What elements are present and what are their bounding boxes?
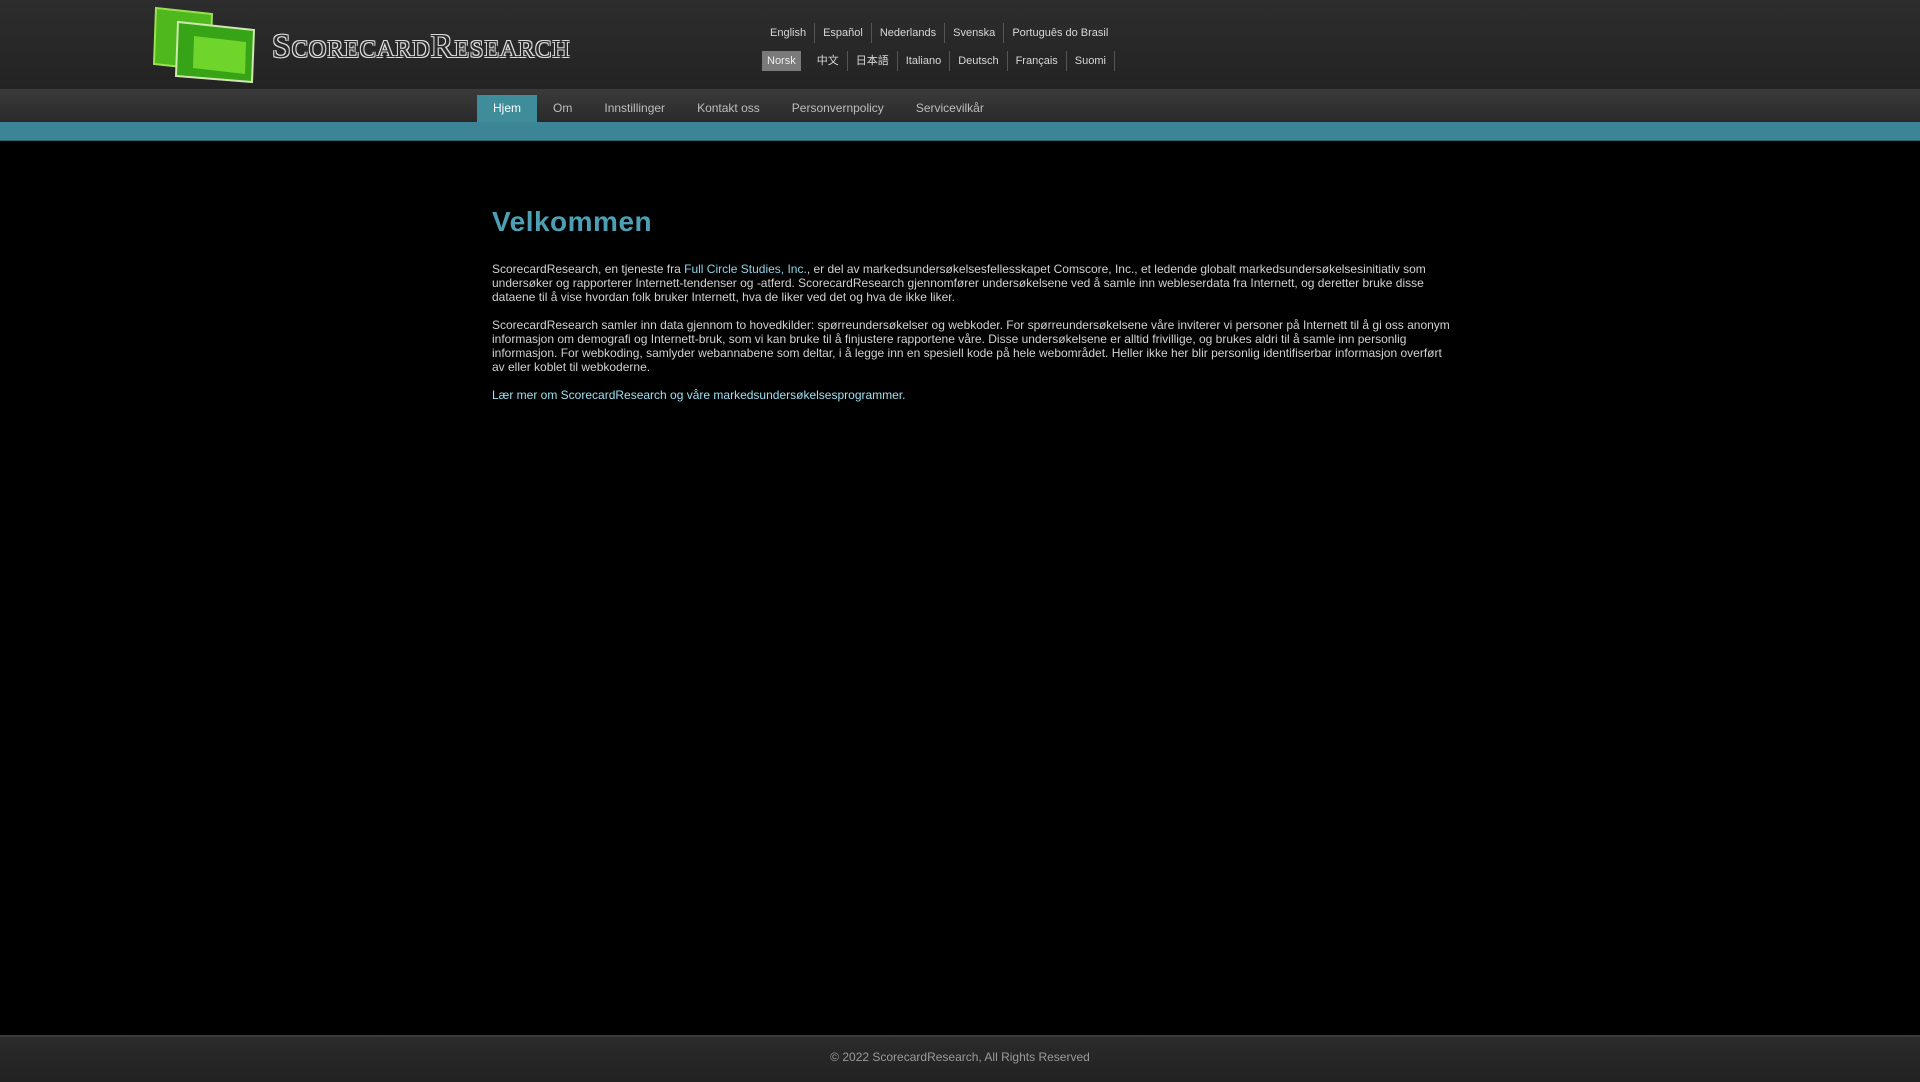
logo-icon (152, 6, 256, 84)
intro-text-start: ScorecardResearch, en tjeneste fra (492, 262, 685, 276)
lang-deutsch[interactable]: Deutsch (950, 51, 1008, 71)
copyright-text: © 2022 ScorecardResearch, All Rights Res… (830, 1050, 1090, 1064)
learn-more-paragraph: Lær mer om ScorecardResearch og våre mar… (492, 388, 1452, 402)
lang-svenska[interactable]: Svenska (945, 23, 1005, 43)
lang-espanol[interactable]: Español (815, 23, 872, 43)
lang-suomi[interactable]: Suomi (1067, 51, 1115, 71)
tab-personvernpolicy[interactable]: Personvernpolicy (776, 95, 900, 122)
main-content: Velkommen ScorecardResearch, en tjeneste… (492, 206, 1452, 402)
tab-servicevilkar[interactable]: Servicevilkår (900, 95, 1000, 122)
lang-italiano[interactable]: Italiano (898, 51, 951, 71)
accent-stripe (0, 122, 1920, 141)
lang-nederlands[interactable]: Nederlands (872, 23, 946, 43)
main-nav: Hjem Om Innstillinger Kontakt oss Person… (0, 90, 1920, 122)
page-title: Velkommen (492, 206, 653, 237)
tab-om[interactable]: Om (537, 95, 588, 122)
tab-hjem[interactable]: Hjem (477, 95, 538, 122)
lang-chinese[interactable]: 中文 (809, 51, 848, 71)
language-row-1: English Español Nederlands Svenska Portu… (762, 22, 1122, 44)
tab-kontakt-oss[interactable]: Kontakt oss (681, 95, 776, 122)
brand-name: ScorecardResearch (272, 28, 571, 65)
lang-portugues[interactable]: Português do Brasil (1004, 23, 1116, 43)
logo[interactable]: ScorecardResearch (150, 6, 570, 84)
nav-tabs: Hjem Om Innstillinger Kontakt oss Person… (477, 95, 1000, 122)
lang-norsk[interactable]: Norsk (762, 51, 801, 71)
lang-francais[interactable]: Français (1008, 51, 1067, 71)
tab-innstillinger[interactable]: Innstillinger (588, 95, 681, 122)
site-footer: © 2022 ScorecardResearch, All Rights Res… (0, 1035, 1920, 1082)
learn-more-link[interactable]: Lær mer om ScorecardResearch og våre mar… (492, 388, 906, 402)
lang-english[interactable]: English (762, 23, 816, 43)
language-selector: English Español Nederlands Svenska Portu… (762, 22, 1122, 78)
lang-japanese[interactable]: 日本語 (848, 51, 898, 71)
language-row-2: Norsk 中文 日本語 Italiano Deutsch Français S… (762, 50, 1122, 72)
intro-paragraph: ScorecardResearch, en tjeneste fra Full … (492, 262, 1452, 304)
site-header: ScorecardResearch English Español Nederl… (0, 0, 1920, 90)
data-collection-paragraph: ScorecardResearch samler inn data gjenno… (492, 318, 1450, 374)
full-circle-studies-link[interactable]: Full Circle Studies, Inc. (684, 262, 807, 276)
